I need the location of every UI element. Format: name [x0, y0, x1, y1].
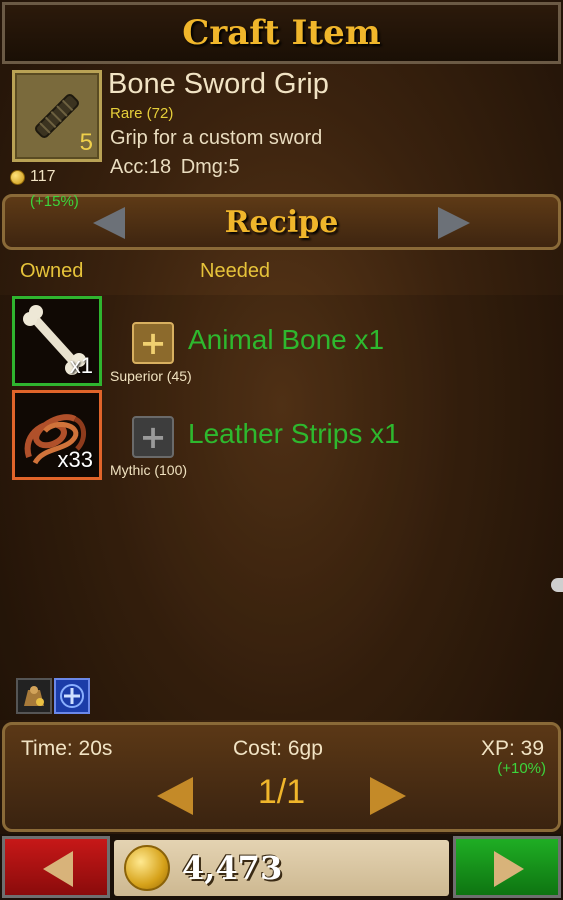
ingredient-row[interactable]: x1 + Animal Bone x1 Superior (45) [12, 296, 552, 386]
ingredient-thumbnail[interactable]: x33 [12, 390, 102, 480]
title-bar: Craft Item [2, 2, 561, 64]
item-name: Bone Sword Grip [108, 68, 329, 100]
column-owned-header: Owned [20, 260, 84, 282]
item-level: 5 [79, 129, 93, 156]
craft-confirm-button[interactable] [453, 836, 561, 898]
recipe-prev-arrow-icon[interactable] [93, 207, 125, 239]
craft-time: Time: 20s [21, 737, 113, 760]
coin-icon [10, 169, 25, 185]
column-needed-header: Needed [200, 260, 271, 282]
recipe-bar: Recipe [2, 194, 561, 250]
boost-plus-icon[interactable] [54, 678, 90, 714]
add-ingredient-plus-icon[interactable]: + [132, 322, 174, 364]
craft-xp: XP: 39 [480, 737, 544, 760]
resource-bag-icon[interactable] [16, 678, 52, 714]
craft-info-panel: Time: 20s Cost: 6gp XP: 39 (+10%) 1/1 [2, 722, 561, 832]
item-description: Grip for a custom sword [110, 127, 323, 149]
ingredient-name: Leather Strips x1 [188, 418, 400, 449]
recipe-next-arrow-icon[interactable] [438, 207, 470, 239]
quantity-increase-arrow-icon[interactable] [370, 777, 406, 815]
item-stats: Acc:18 Dmg:5 [110, 156, 240, 178]
craft-cost: Cost: 6gp [233, 737, 323, 760]
gold-amount: 4,473 [182, 849, 283, 887]
page-title: Craft Item [182, 13, 381, 53]
price-bonus: (+15%) [30, 193, 79, 210]
footer: 4,473 [0, 834, 563, 900]
gold-coin-icon [124, 845, 170, 891]
item-price: 117 [10, 168, 56, 186]
ingredient-tier: Superior (45) [110, 368, 192, 384]
item-thumbnail[interactable]: 5 [12, 70, 102, 162]
owned-quantity: x33 [57, 447, 93, 472]
craft-quantity: 1/1 [257, 773, 306, 811]
recipe-label: Recipe [224, 204, 339, 240]
add-ingredient-plus-icon[interactable]: + [132, 416, 174, 458]
boost-icons [16, 678, 90, 714]
ingredient-row[interactable]: x33 + Leather Strips x1 Mythic (100) [12, 390, 552, 480]
item-price-value: 117 [30, 168, 56, 185]
owned-quantity: x1 [69, 353, 93, 378]
scroll-indicator[interactable] [551, 578, 563, 592]
ingredient-name: Animal Bone x1 [188, 324, 385, 355]
gold-display: 4,473 [114, 840, 449, 896]
back-button[interactable] [2, 836, 110, 898]
back-arrow-icon [43, 851, 73, 887]
next-arrow-icon [494, 851, 524, 887]
ingredient-tier: Mythic (100) [110, 462, 188, 478]
ingredient-thumbnail[interactable]: x1 [12, 296, 102, 386]
item-rarity: Rare (72) [110, 105, 174, 122]
